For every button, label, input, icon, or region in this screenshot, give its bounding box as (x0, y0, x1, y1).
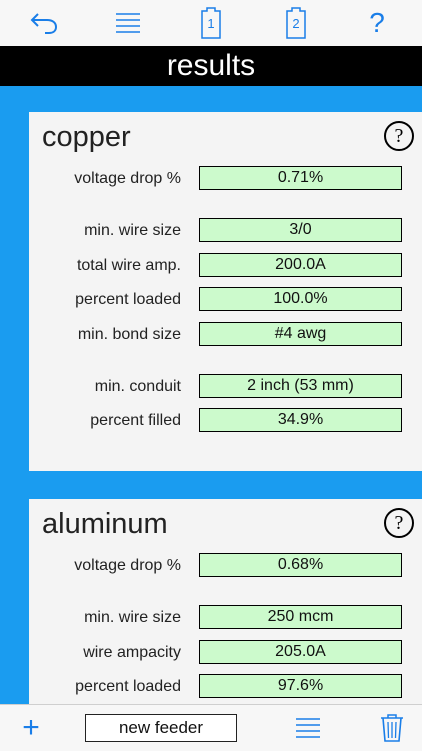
aluminum-min-wire-size-value: 250 mcm (199, 605, 402, 629)
copper-title: copper (42, 121, 131, 153)
copper-percent-filled-value: 34.9% (199, 408, 402, 432)
copper-min-bond-size-label: min. bond size (77, 326, 181, 343)
back-arrow-icon (30, 13, 58, 34)
plus-icon: + (22, 711, 40, 744)
list-icon (296, 718, 320, 738)
copper-percent-loaded-value: 100.0% (199, 287, 402, 311)
back-button[interactable] (24, 0, 64, 46)
aluminum-percent-loaded-label: percent loaded (75, 678, 181, 695)
copper-voltage-drop-label: voltage drop % (74, 170, 181, 187)
aluminum-percent-loaded-value: 97.6% (199, 674, 402, 698)
bottom-toolbar: + new feeder (0, 704, 422, 751)
aluminum-voltage-drop-label: voltage drop % (74, 557, 181, 574)
document-1-label: 1 (207, 16, 215, 31)
trash-icon (381, 714, 403, 742)
list-button[interactable] (293, 715, 323, 741)
copper-panel: copper ? voltage drop % 0.71% min. wire … (29, 112, 422, 471)
document-2-label: 2 (292, 16, 300, 31)
copper-total-wire-amp-value: 200.0A (199, 253, 402, 277)
document-2-button[interactable]: 2 (281, 0, 311, 46)
aluminum-wire-ampacity-label: wire ampacity (83, 644, 181, 661)
aluminum-title: aluminum (42, 508, 168, 540)
aluminum-voltage-drop-value: 0.68% (199, 553, 402, 577)
help-button[interactable]: ? (362, 0, 392, 46)
aluminum-help-icon[interactable]: ? (384, 508, 414, 538)
help-icon: ? (369, 7, 385, 38)
copper-min-wire-size-value: 3/0 (199, 218, 402, 242)
copper-min-bond-size-value: #4 awg (199, 322, 402, 346)
aluminum-wire-ampacity-value: 205.0A (199, 640, 402, 664)
copper-min-wire-size-label: min. wire size (84, 222, 181, 239)
copper-help-icon[interactable]: ? (384, 121, 414, 151)
menu-icon (116, 13, 140, 33)
copper-percent-loaded-label: percent loaded (75, 291, 181, 308)
delete-button[interactable] (380, 713, 404, 743)
copper-percent-filled-label: percent filled (90, 412, 181, 429)
copper-total-wire-amp-label: total wire amp. (76, 257, 181, 274)
aluminum-panel: aluminum ? voltage drop % 0.68% min. wir… (29, 499, 422, 704)
document-1-button[interactable]: 1 (196, 0, 226, 46)
new-feeder-button[interactable]: new feeder (85, 714, 237, 742)
top-toolbar: 1 2 ? (0, 0, 422, 47)
menu-button[interactable] (108, 0, 148, 46)
copper-min-conduit-label: min. conduit (94, 378, 181, 395)
aluminum-min-wire-size-label: min. wire size (84, 609, 181, 626)
copper-min-conduit-value: 2 inch (53 mm) (199, 374, 402, 398)
page-title: results (0, 46, 422, 86)
add-button[interactable]: + (18, 711, 44, 745)
copper-voltage-drop-value: 0.71% (199, 166, 402, 190)
